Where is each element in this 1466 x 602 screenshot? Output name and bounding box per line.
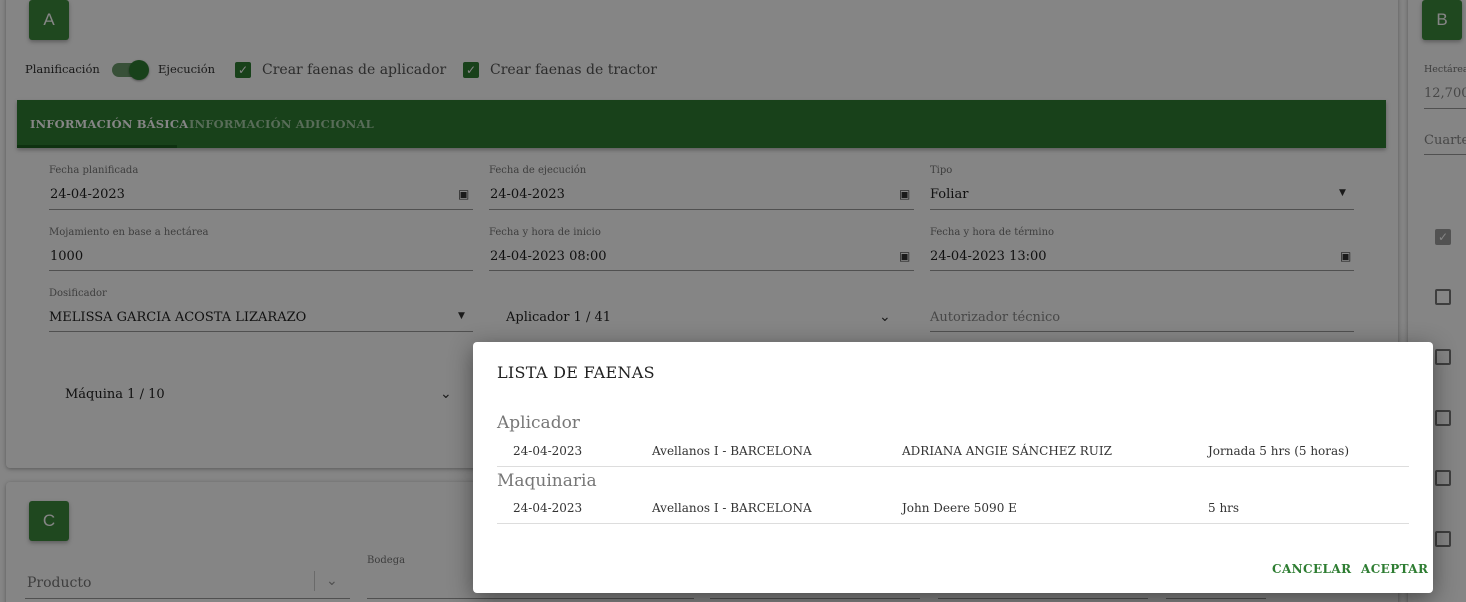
table-row: 24-04-2023 Avellanos I - BARCELONA ADRIA… — [497, 441, 1409, 467]
table-row: 24-04-2023 Avellanos I - BARCELONA John … — [497, 498, 1409, 524]
row-worker: ADRIANA ANGIE SÁNCHEZ RUIZ — [902, 444, 1112, 458]
row-jornada: Jornada 5 hrs (5 horas) — [1208, 444, 1350, 458]
row-machine: John Deere 5090 E — [902, 501, 1017, 515]
section-title-aplicador: Aplicador — [497, 413, 580, 433]
lista-faenas-dialog: LISTA DE FAENAS Aplicador 24-04-2023 Ave… — [473, 342, 1433, 593]
dialog-title: LISTA DE FAENAS — [497, 363, 655, 382]
cancel-button[interactable]: CANCELAR — [1272, 562, 1351, 576]
row-date: 24-04-2023 — [513, 501, 583, 515]
row-cuartel: Avellanos I - BARCELONA — [652, 444, 812, 458]
row-cuartel: Avellanos I - BARCELONA — [652, 501, 812, 515]
row-hours: 5 hrs — [1208, 501, 1240, 515]
accept-button[interactable]: ACEPTAR — [1361, 562, 1428, 576]
row-date: 24-04-2023 — [513, 444, 583, 458]
section-title-maquinaria: Maquinaria — [497, 471, 597, 491]
